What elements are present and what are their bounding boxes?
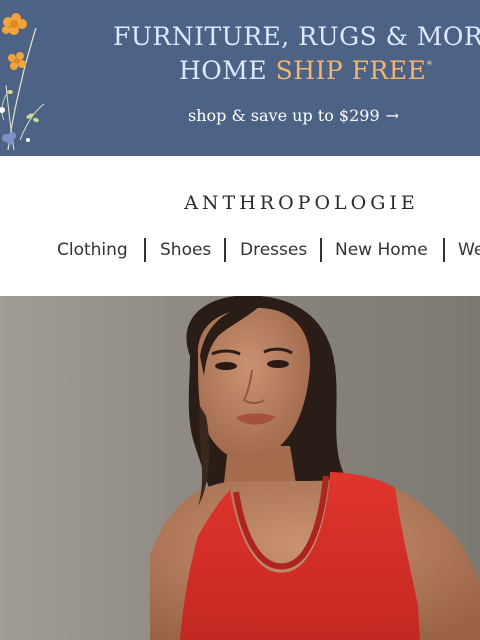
promo-ship-free-text: SHIP FREE [275, 56, 427, 85]
nav-item-shoes[interactable]: Shoes [160, 240, 211, 260]
main-nav: Clothing Shoes Dresses New Home We [0, 238, 480, 264]
promo-subheadline: HOME SHIP FREE* [179, 56, 433, 85]
nav-item-overflow[interactable]: We [458, 240, 480, 260]
brand-logo[interactable]: ANTHROPOLOGIE [0, 192, 480, 214]
nav-item-new-home[interactable]: New Home [335, 240, 428, 260]
promo-headline: FURNITURE, RUGS & MORE [113, 22, 480, 51]
shop-save-link[interactable]: shop & save up to $299 → [188, 106, 399, 125]
nav-divider [224, 238, 226, 262]
nav-divider [320, 238, 322, 262]
promo-home-text: HOME [179, 56, 268, 85]
nav-divider [144, 238, 146, 262]
hero-image[interactable] [0, 296, 480, 640]
floral-illustration-icon [0, 13, 45, 151]
site-header: ANTHROPOLOGIE Clothing Shoes Dresses New… [0, 156, 480, 296]
nav-item-clothing[interactable]: Clothing [57, 240, 128, 260]
nav-divider [443, 238, 445, 262]
nav-item-dresses[interactable]: Dresses [240, 240, 307, 260]
arrow-right-icon: → [385, 106, 400, 125]
promo-asterisk: * [426, 58, 433, 72]
promo-banner[interactable]: FURNITURE, RUGS & MORE HOME SHIP FREE* s… [0, 0, 480, 156]
model-photo-icon [0, 296, 480, 640]
shop-save-label: shop & save up to $299 [188, 106, 380, 125]
